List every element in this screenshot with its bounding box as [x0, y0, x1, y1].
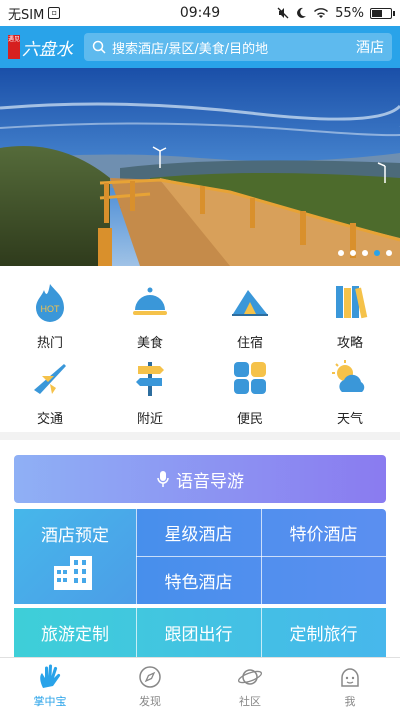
tab-label: 社区: [239, 695, 261, 708]
special-price-hotel-label: 特价酒店: [289, 525, 358, 545]
planet-icon: [237, 669, 263, 685]
building-icon: [54, 556, 92, 590]
category-transport[interactable]: 交通: [0, 352, 100, 428]
category-weather[interactable]: 天气: [300, 352, 400, 428]
app-header: 遇见 六盘水 搜索酒店/景区/美食/目的地 酒店: [0, 26, 400, 68]
special-price-hotel-tile[interactable]: 特价酒店: [261, 509, 386, 556]
food-cloche-icon: [133, 287, 167, 315]
custom-trip-tile[interactable]: 定制旅行: [261, 608, 386, 657]
featured-hotel-tile[interactable]: 特色酒店: [136, 557, 261, 604]
banner-carousel[interactable]: [0, 68, 400, 266]
service-grid: 酒店预定 星级酒店 特价酒店 特色酒店 旅游定制 跟团出行 定制旅行: [14, 509, 386, 657]
category-food[interactable]: 美食: [100, 276, 200, 352]
voice-guide-label: 语音导游: [176, 471, 244, 492]
category-label: 热门: [36, 336, 63, 351]
hot-flame-icon: HOT: [36, 284, 64, 322]
carousel-indicators: [338, 250, 392, 256]
search-placeholder: 搜索酒店/景区/美食/目的地: [112, 41, 269, 57]
books-icon: [336, 286, 368, 319]
hotel-booking-tile[interactable]: 酒店预定: [14, 509, 136, 604]
hotel-booking-label: 酒店预定: [41, 526, 109, 546]
carousel-dot[interactable]: [362, 250, 368, 256]
group-tour-tile[interactable]: 跟团出行: [136, 608, 261, 657]
compass-icon: [139, 666, 161, 688]
carrier-label: 无SIM: [8, 7, 45, 23]
category-lodging[interactable]: 住宿: [200, 276, 300, 352]
category-label: 交通: [36, 412, 63, 427]
mute-icon: [277, 7, 289, 19]
grid-tiles-icon: [234, 362, 266, 394]
category-label: 美食: [136, 336, 163, 351]
voice-guide-button[interactable]: 语音导游: [14, 455, 386, 503]
tent-icon: [232, 290, 268, 316]
app-logo[interactable]: 遇见 六盘水: [8, 32, 80, 62]
travel-custom-tile[interactable]: 旅游定制: [14, 608, 136, 657]
status-bar: 无SIM ▫ 09:49 55%: [0, 0, 400, 26]
section-divider: [0, 432, 400, 440]
tab-home[interactable]: 掌中宝: [0, 658, 100, 711]
category-label: 附近: [136, 412, 163, 427]
tab-discover[interactable]: 发现: [100, 658, 200, 711]
category-label: 攻略: [336, 336, 363, 351]
carousel-dot[interactable]: [386, 250, 392, 256]
carousel-dot[interactable]: [374, 250, 380, 256]
grid-divider: [136, 556, 386, 557]
category-label: 天气: [336, 412, 363, 427]
custom-trip-label: 定制旅行: [289, 625, 358, 645]
category-label: 住宿: [236, 336, 263, 351]
travel-custom-label: 旅游定制: [41, 625, 109, 645]
battery-percent: 55%: [335, 5, 364, 21]
signpost-icon: [136, 362, 164, 396]
search-bar[interactable]: 搜索酒店/景区/美食/目的地 酒店: [84, 33, 392, 61]
moon-icon: [297, 7, 307, 18]
category-guide[interactable]: 攻略: [300, 276, 400, 352]
tab-label: 掌中宝: [33, 695, 67, 708]
microphone-icon: [157, 471, 169, 487]
tab-label: 我: [344, 695, 356, 708]
search-scope-label[interactable]: 酒店: [356, 37, 384, 57]
tab-community[interactable]: 社区: [200, 658, 300, 711]
weather-icon: [332, 360, 365, 392]
category-nearby[interactable]: 附近: [100, 352, 200, 428]
carousel-dot[interactable]: [350, 250, 356, 256]
palm-hand-icon: [40, 664, 61, 688]
wifi-icon: [314, 8, 329, 18]
category-grid: HOT 热门 美食 住宿 攻略 交通 附近 便民 天气: [0, 276, 400, 428]
search-icon: [92, 40, 106, 54]
airplane-icon: [34, 364, 66, 394]
sim-card-icon: ▫: [48, 7, 61, 19]
svg-text:HOT: HOT: [41, 304, 61, 314]
face-icon: [341, 668, 359, 687]
logo-seal: 遇见: [8, 35, 20, 59]
featured-hotel-label: 特色酒店: [164, 573, 233, 593]
star-hotel-label: 星级酒店: [164, 525, 233, 545]
battery-icon: [370, 7, 395, 19]
group-tour-label: 跟团出行: [164, 625, 233, 645]
carousel-dot[interactable]: [338, 250, 344, 256]
category-services[interactable]: 便民: [200, 352, 300, 428]
grid-divider: [261, 608, 262, 657]
category-hot[interactable]: HOT 热门: [0, 276, 100, 352]
grid-divider: [136, 608, 137, 657]
category-label: 便民: [236, 412, 263, 427]
tab-label: 发现: [139, 695, 161, 708]
star-hotel-tile[interactable]: 星级酒店: [136, 509, 261, 556]
bottom-tab-bar: 掌中宝 发现 社区 我: [0, 657, 400, 711]
logo-text: 六盘水: [22, 39, 73, 60]
banner-image: [0, 68, 400, 266]
clock: 09:49: [179, 5, 221, 21]
tab-me[interactable]: 我: [300, 658, 400, 711]
